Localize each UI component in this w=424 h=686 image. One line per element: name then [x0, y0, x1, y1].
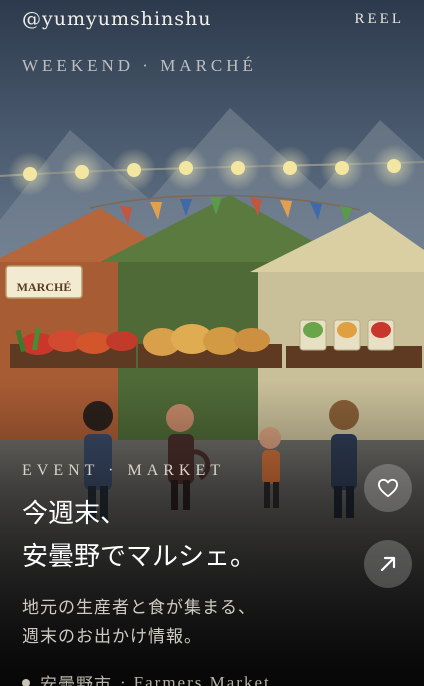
headline-line-1: 今週末、: [22, 499, 127, 529]
description-line-2: 週末のお出かけ情報。: [22, 627, 202, 647]
reel-label: REEL: [354, 10, 404, 27]
like-button[interactable]: [364, 464, 412, 512]
share-button[interactable]: [364, 540, 412, 588]
location-meta: 安曇野市 · Farmers Market: [22, 670, 271, 686]
reel-screen: MARCHÉ @yumyumshinshu REEL WEEKEND · MAR…: [0, 0, 424, 686]
description: 地元の生産者と食が集まる、 週末のお出かけ情報。: [22, 594, 256, 652]
heart-icon: [377, 478, 398, 498]
market-illustration: MARCHÉ: [0, 0, 424, 686]
arrow-up-right-icon: [380, 556, 396, 572]
location-name: 安曇野市: [40, 675, 112, 686]
headline: 今週末、 安曇野でマルシェ。: [22, 493, 256, 579]
account-handle[interactable]: @yumyumshinshu: [22, 8, 212, 30]
meta-separator: ·: [120, 672, 126, 686]
stall-sign-text: MARCHÉ: [17, 280, 72, 294]
category-eyebrow: EVENT · MARKET: [22, 462, 226, 479]
description-line-1: 地元の生産者と食が集まる、: [22, 598, 256, 618]
event-tag: Farmers Market: [133, 672, 271, 686]
top-bar: @yumyumshinshu REEL: [22, 8, 404, 30]
location-dot-icon: [22, 678, 30, 686]
headline-line-2: 安曇野でマルシェ。: [22, 542, 257, 572]
subheading: WEEKEND · MARCHÉ: [22, 56, 257, 75]
